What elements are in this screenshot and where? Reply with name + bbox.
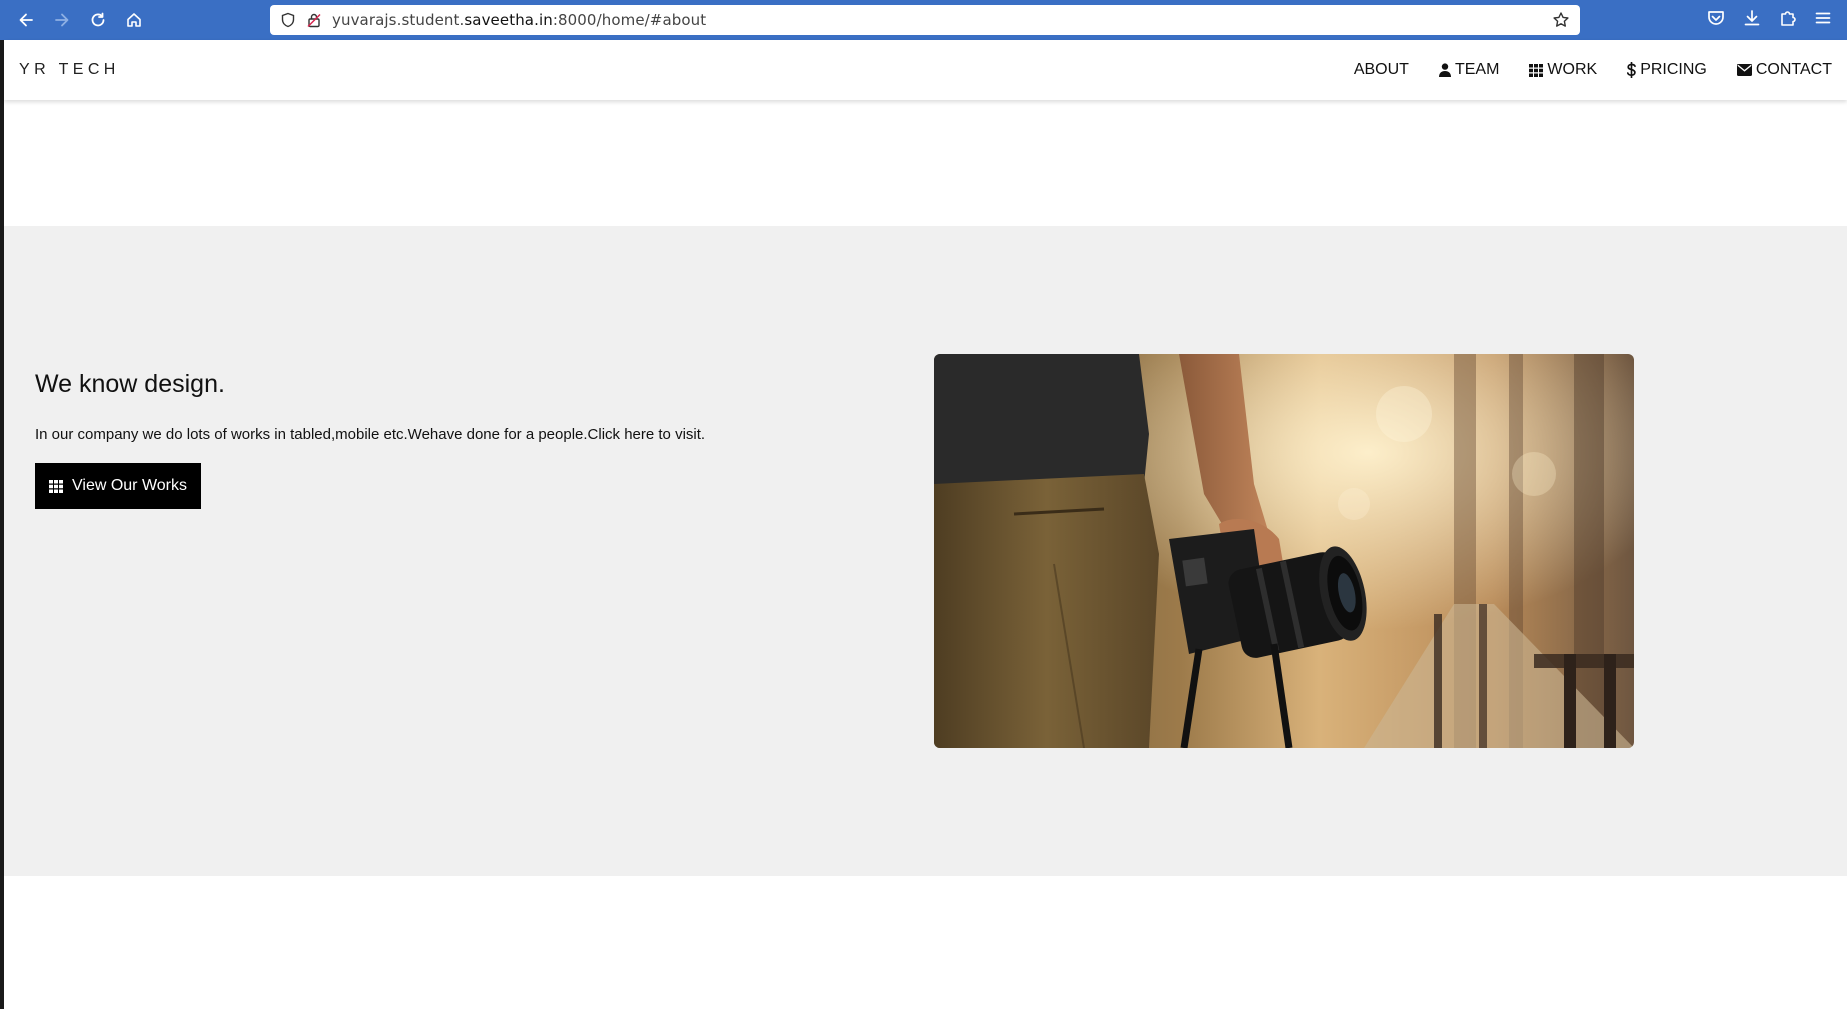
menu-button[interactable]: [1813, 8, 1833, 32]
dollar-icon: [1627, 62, 1637, 78]
home-icon: [127, 13, 141, 27]
about-section: We know design. In our company we do lot…: [4, 226, 1847, 876]
camera-photo-illustration: [934, 354, 1634, 748]
pocket-button[interactable]: [1706, 8, 1726, 32]
view-works-button[interactable]: View Our Works: [35, 463, 201, 509]
back-arrow-icon: [19, 13, 33, 27]
nav-work-label: WORK: [1547, 61, 1598, 78]
forward-arrow-icon: [55, 13, 69, 27]
about-description: In our company we do lots of works in ta…: [35, 426, 706, 443]
envelope-icon: [1736, 64, 1752, 76]
downloads-button[interactable]: [1742, 8, 1762, 32]
nav-team[interactable]: TEAM: [1424, 40, 1514, 100]
main-nav: ABOUT TEAM WORK PRICING CONTACT: [1339, 40, 1847, 100]
bookmark-star-icon[interactable]: [1552, 11, 1570, 29]
nav-about[interactable]: ABOUT: [1339, 40, 1424, 100]
site-header: YR TECH ABOUT TEAM WORK PRICING CONTACT: [4, 40, 1847, 100]
nav-team-label: TEAM: [1454, 61, 1500, 78]
forward-button[interactable]: [50, 8, 74, 32]
nav-work[interactable]: WORK: [1514, 40, 1612, 100]
reload-icon: [91, 12, 105, 27]
address-bar[interactable]: yuvarajs.student.saveetha.in:8000/home/#…: [270, 5, 1580, 35]
pocket-icon: [1708, 11, 1724, 25]
extensions-button[interactable]: [1778, 8, 1798, 32]
nav-pricing[interactable]: PRICING: [1612, 40, 1722, 100]
grid-icon: [49, 479, 63, 493]
shield-icon[interactable]: [280, 12, 296, 28]
back-button[interactable]: [14, 8, 38, 32]
insecure-lock-icon[interactable]: [306, 12, 322, 28]
grid-icon: [1529, 63, 1544, 77]
view-works-label: View Our Works: [72, 477, 187, 494]
nav-pricing-label: PRICING: [1640, 61, 1707, 78]
user-icon: [1438, 63, 1451, 77]
reload-button[interactable]: [86, 8, 110, 32]
url-prefix: yuvarajs.student.: [332, 11, 465, 29]
nav-about-label: ABOUT: [1353, 61, 1409, 78]
photographer-image: [934, 354, 1634, 748]
home-button[interactable]: [122, 8, 146, 32]
download-icon: [1744, 10, 1760, 26]
puzzle-icon: [1781, 11, 1796, 26]
hamburger-menu-icon: [1815, 12, 1831, 24]
url-domain: saveetha.in: [464, 11, 553, 29]
nav-contact[interactable]: CONTACT: [1722, 40, 1847, 100]
nav-contact-label: CONTACT: [1755, 61, 1832, 78]
about-heading: We know design.: [35, 370, 225, 398]
url-text[interactable]: yuvarajs.student.saveetha.in:8000/home/#…: [332, 5, 706, 35]
url-suffix: :8000/home/#about: [552, 11, 707, 29]
browser-toolbar: yuvarajs.student.saveetha.in:8000/home/#…: [0, 0, 1847, 40]
brand-logo[interactable]: YR TECH: [19, 40, 120, 100]
